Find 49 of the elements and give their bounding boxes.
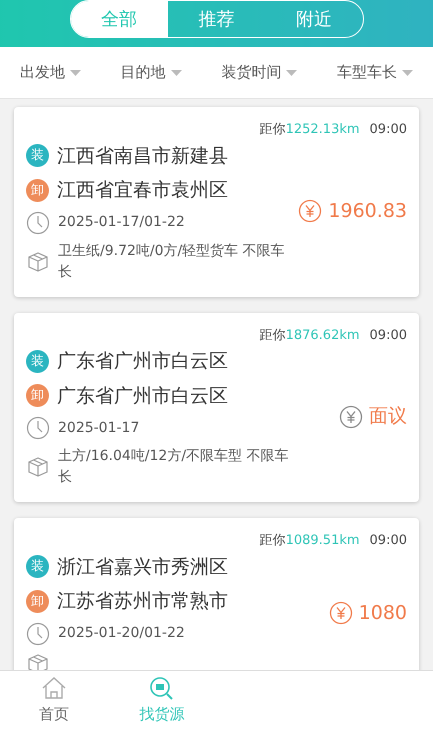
yuan-icon — [298, 199, 322, 223]
unload-badge: 卸 — [26, 384, 49, 408]
cargo-text: 土方/16.04吨/12方/不限车型 不限车长 — [58, 447, 290, 487]
cargo-text: 卫生纸/9.72吨/0方/轻型货车 不限车长 — [58, 242, 286, 282]
order-card[interactable]: 距你1089.51km 09:00 装 浙江省嘉兴市秀洲区 卸 江苏省苏州市常熟市 2025-01-20/01-22 1080 — [14, 518, 419, 670]
price-text: 1960.83 — [328, 198, 407, 224]
price-text: 面议 — [369, 404, 407, 430]
caret-icon — [70, 70, 81, 76]
clock-icon — [26, 210, 50, 234]
unload-badge: 卸 — [26, 178, 49, 202]
filter-dropdown[interactable]: 目的地 — [120, 61, 182, 84]
clock-icon — [26, 416, 50, 440]
load-badge: 装 — [26, 350, 49, 373]
search-icon — [149, 676, 175, 700]
filter-dropdown[interactable]: 出发地 — [20, 61, 81, 84]
load-badge: 装 — [26, 555, 49, 578]
unload-address: 江苏省苏州市常熟市 — [57, 589, 228, 614]
nav-item[interactable]: 首页 — [0, 671, 108, 730]
load-address: 浙江省嘉兴市秀洲区 — [57, 554, 228, 580]
load-badge: 装 — [26, 144, 49, 168]
box-icon — [26, 250, 50, 274]
filter-dropdown[interactable]: 装货时间 — [221, 61, 298, 84]
time-text: 09:00 — [370, 121, 407, 139]
yuan-icon — [339, 404, 363, 428]
price-text: 1080 — [358, 600, 407, 626]
order-card[interactable]: 距你1876.62km 09:00 装 广东省广州市白云区 卸 广东省广州市白云区 2025-01-17 土方/16.04吨/12方/不限车型 不限车长 面议 — [14, 312, 419, 502]
caret-icon — [286, 70, 298, 76]
date-text: 2025-01-17/01-22 — [58, 213, 185, 232]
order-card[interactable]: 距你1252.13km 09:00 装 江西省南昌市新建县 卸 江西省宜春市袁州区 2025-01-17/01-22 卫生纸/9.72吨/0方/轻型货车 不限车长 1960.83 — [14, 107, 419, 296]
distance-text: 距你1089.51km — [260, 532, 360, 550]
date-text: 2025-01-20/01-22 — [58, 624, 185, 643]
filter-dropdown[interactable]: 车型车长 — [337, 61, 414, 84]
time-text: 09:00 — [370, 532, 407, 550]
date-text: 2025-01-17 — [58, 418, 140, 438]
home-icon — [41, 676, 67, 700]
clock-icon — [26, 622, 50, 646]
box-icon — [26, 652, 50, 670]
unload-address: 江西省宜春市袁州区 — [57, 178, 228, 203]
unload-badge: 卸 — [26, 590, 49, 613]
load-address: 江西省南昌市新建县 — [57, 144, 228, 168]
distance-text: 距你1252.13km — [260, 121, 360, 139]
yuan-icon — [328, 601, 353, 625]
caret-icon — [402, 70, 414, 76]
load-address: 广东省广州市白云区 — [57, 349, 228, 374]
box-icon — [26, 455, 50, 479]
caret-icon — [170, 70, 182, 76]
time-text: 09:00 — [370, 326, 407, 344]
unload-address: 广东省广州市白云区 — [57, 384, 228, 408]
distance-text: 距你1876.62km — [260, 326, 360, 344]
